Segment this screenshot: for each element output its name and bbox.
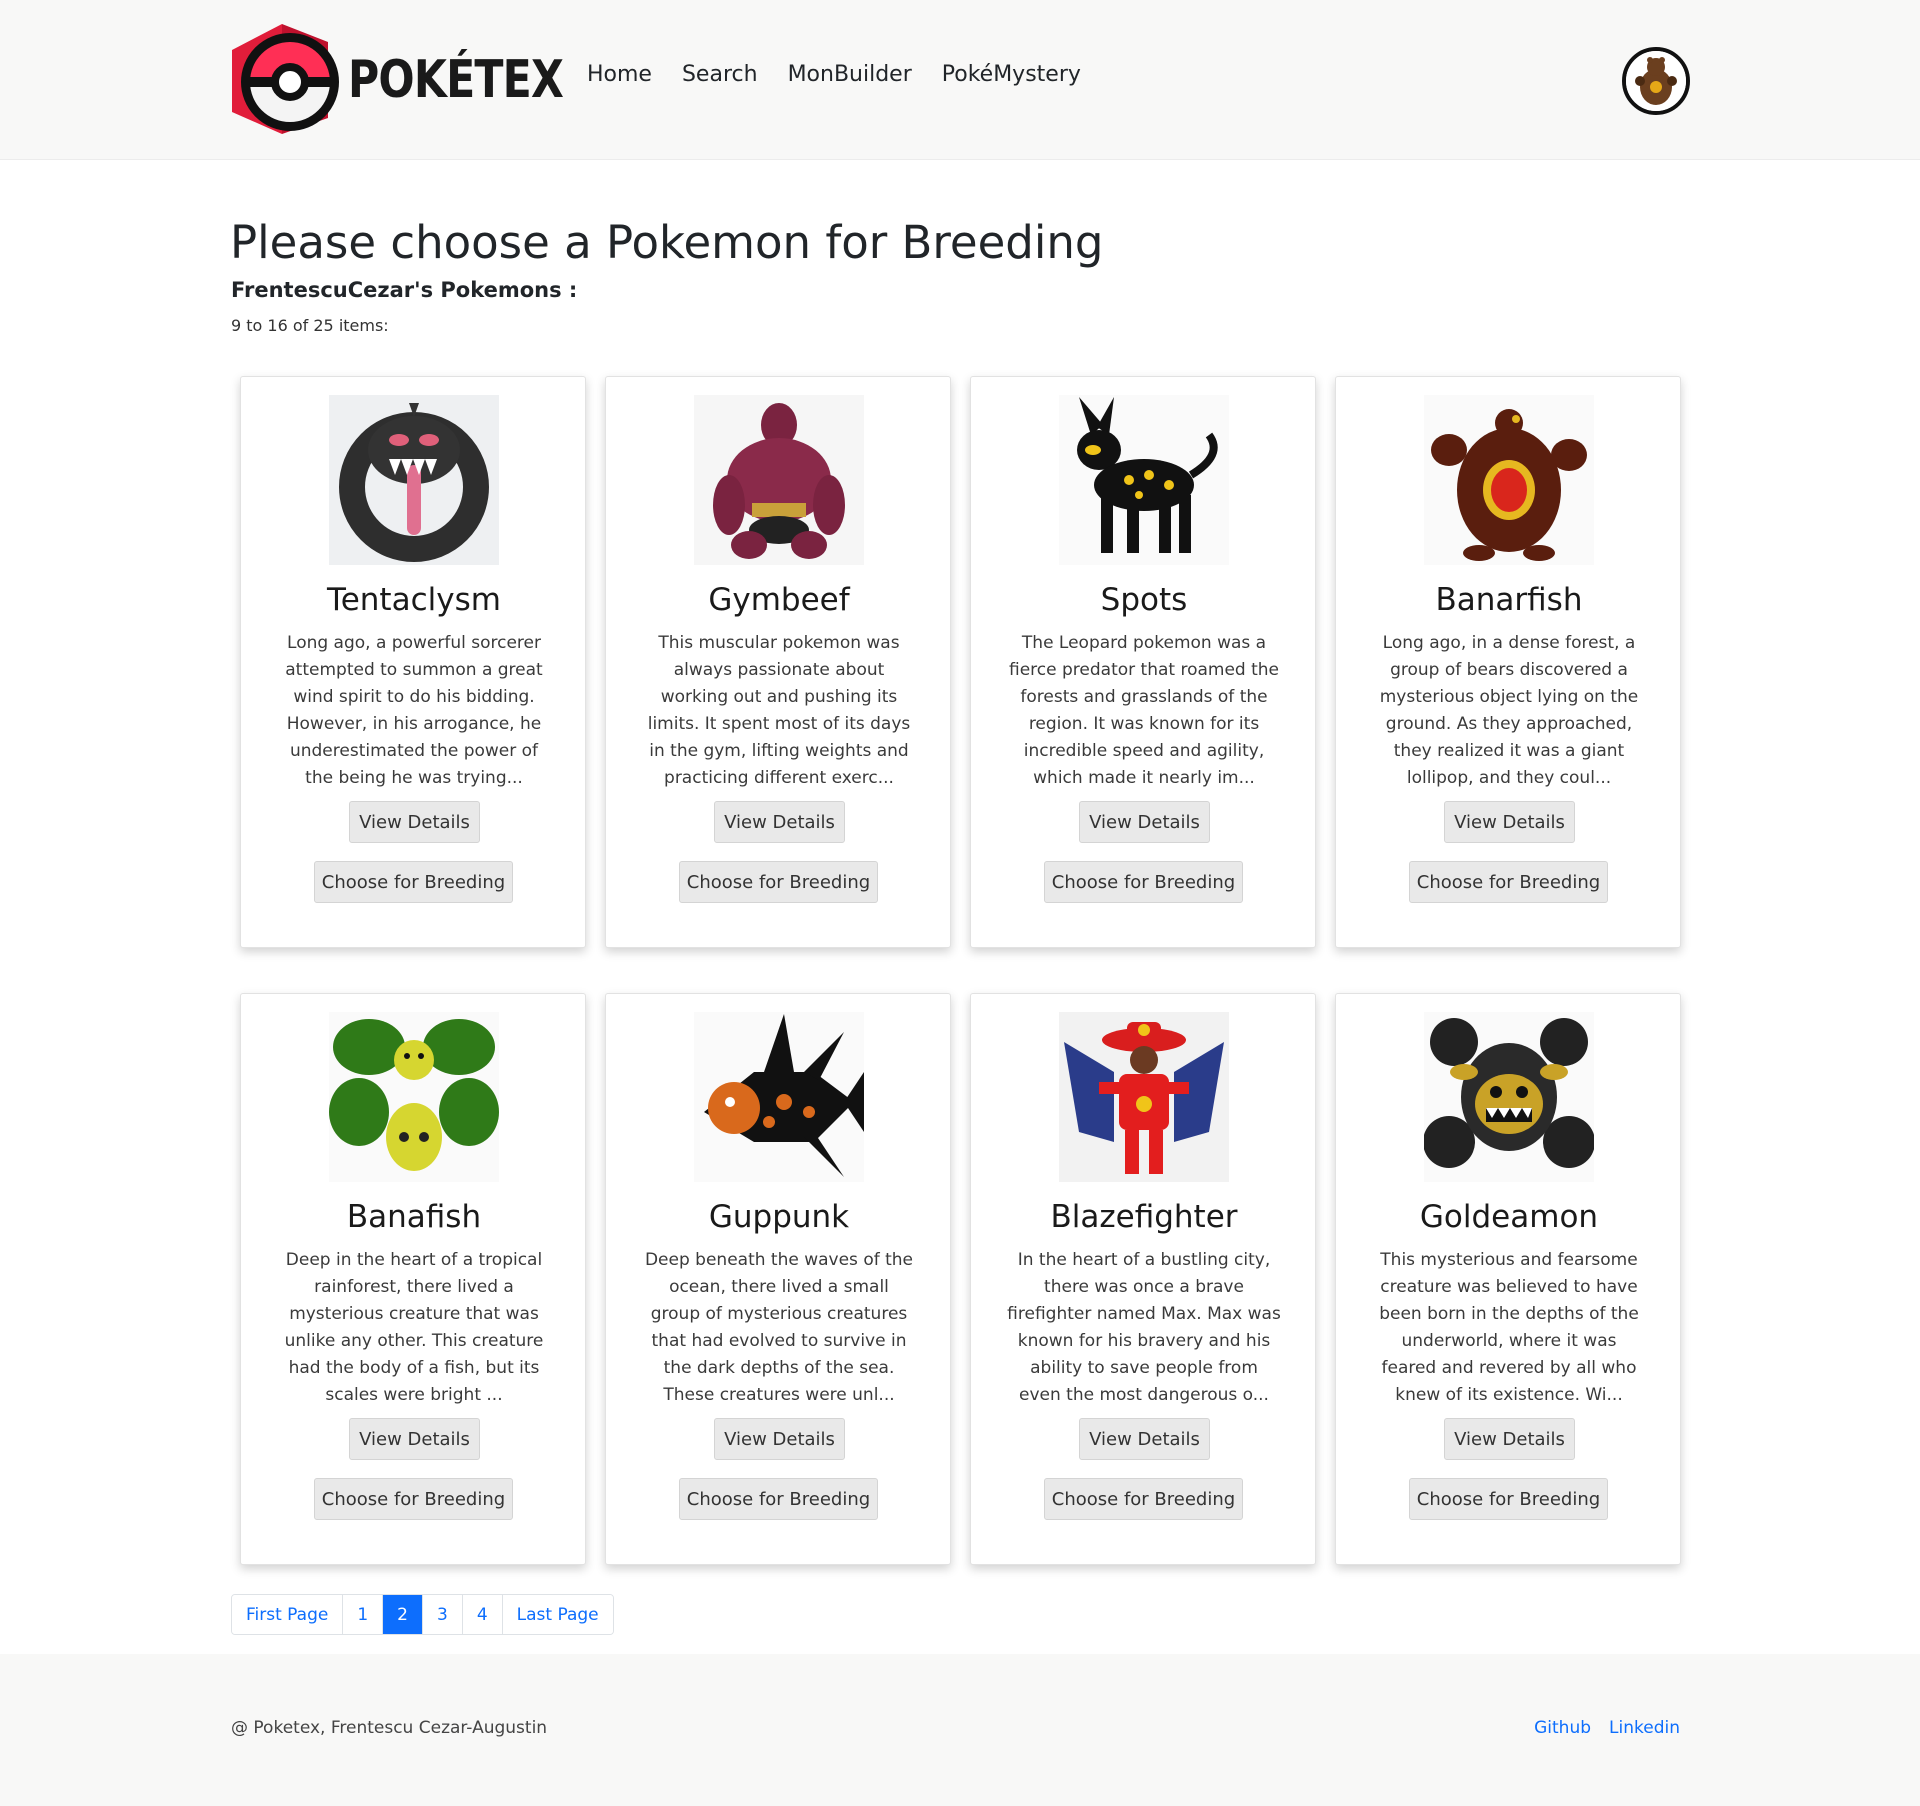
choose-for-breeding-button[interactable]: Choose for Breeding (1044, 1478, 1243, 1520)
pokemon-description: This mysterious and fearsome creature wa… (1379, 1250, 1639, 1405)
pokemon-description: Deep beneath the waves of the ocean, the… (644, 1250, 914, 1405)
pagination-page-3[interactable]: 3 (423, 1595, 463, 1634)
pokemon-name: Goldeamon (1419, 1199, 1599, 1235)
view-details-button[interactable]: View Details (1444, 1418, 1575, 1460)
linkedin-link[interactable]: Linkedin (1609, 1718, 1680, 1738)
pokemon-image (1059, 1012, 1229, 1182)
view-details-button[interactable]: View Details (1079, 801, 1210, 843)
footer-copyright: @ Poketex, Frentescu Cezar-Augustin (231, 1718, 548, 1738)
github-link[interactable]: Github (1534, 1718, 1591, 1738)
pokemon-description: Long ago, a powerful sorcerer attempted … (285, 633, 543, 788)
pokemon-image (1424, 395, 1594, 565)
pokemon-card: Tentaclysm Long ago, a powerful sorcerer… (240, 376, 586, 948)
pokemon-description: Deep in the heart of a tropical rainfore… (284, 1250, 544, 1405)
pokemon-card: Banarfish Long ago, in a dense forest, a… (1335, 376, 1681, 948)
header: POKÉTEX Home Search MonBuilder PokéMyste… (0, 0, 1920, 160)
view-details-button[interactable]: View Details (714, 1418, 845, 1460)
view-details-button[interactable]: View Details (1444, 801, 1575, 843)
user-avatar[interactable] (1622, 47, 1690, 115)
pokemon-card: Banafish Deep in the heart of a tropical… (240, 993, 586, 1565)
pokemon-card: Goldeamon This mysterious and fearsome c… (1335, 993, 1681, 1565)
pokemon-description: Long ago, in a dense forest, a group of … (1379, 633, 1639, 788)
pokemon-description: The Leopard pokemon was a fierce predato… (1009, 633, 1279, 788)
nav-search[interactable]: Search (682, 62, 758, 87)
bear-avatar-icon (1626, 51, 1686, 111)
pokemon-image (329, 1012, 499, 1182)
footer: @ Poketex, Frentescu Cezar-Augustin Gith… (0, 1654, 1920, 1806)
nav-monbuilder[interactable]: MonBuilder (788, 62, 912, 87)
choose-for-breeding-button[interactable]: Choose for Breeding (1409, 861, 1608, 903)
choose-for-breeding-button[interactable]: Choose for Breeding (1409, 1478, 1608, 1520)
pokemon-name: Banarfish (1435, 582, 1583, 618)
pokemon-name: Banafish (346, 1199, 482, 1235)
pokemon-card: Guppunk Deep beneath the waves of the oc… (605, 993, 951, 1565)
pokemon-name: Spots (1100, 582, 1188, 618)
view-details-button[interactable]: View Details (714, 801, 845, 843)
nav-pokemystery[interactable]: PokéMystery (942, 62, 1081, 87)
pokemon-card: Gymbeef This muscular pokemon was always… (605, 376, 951, 948)
footer-links: Github Linkedin (1534, 1718, 1680, 1738)
pokemon-name: Blazefighter (1050, 1199, 1238, 1235)
nav-home[interactable]: Home (587, 62, 652, 87)
pokeball-logo-icon (230, 22, 340, 138)
logo[interactable]: POKÉTEX (230, 22, 564, 138)
choose-for-breeding-button[interactable]: Choose for Breeding (314, 1478, 513, 1520)
pokemon-image (329, 395, 499, 565)
pokemon-image (1059, 395, 1229, 565)
pokemon-description: In the heart of a bustling city, there w… (1007, 1250, 1281, 1405)
choose-for-breeding-button[interactable]: Choose for Breeding (1044, 861, 1243, 903)
view-details-button[interactable]: View Details (1079, 1418, 1210, 1460)
pagination-first-page[interactable]: First Page (232, 1595, 344, 1634)
brand-name: POKÉTEX (348, 50, 564, 110)
pokemon-name: Tentaclysm (327, 582, 501, 618)
pokemon-image (694, 1012, 864, 1182)
pagination-page-4[interactable]: 4 (462, 1595, 503, 1634)
main-nav: Home Search MonBuilder PokéMystery (587, 62, 1081, 87)
view-details-button[interactable]: View Details (349, 801, 480, 843)
owner-subtitle: FrentescuCezar's Pokemons : (231, 278, 578, 302)
pokemon-image (1423, 1012, 1595, 1182)
pokemon-description: This muscular pokemon was always passion… (647, 633, 911, 788)
pokemon-name: Gymbeef (708, 582, 850, 618)
choose-for-breeding-button[interactable]: Choose for Breeding (679, 861, 878, 903)
pagination-page-1[interactable]: 1 (343, 1595, 384, 1634)
pagination-page-2[interactable]: 2 (383, 1595, 423, 1634)
choose-for-breeding-button[interactable]: Choose for Breeding (314, 861, 513, 903)
page-title: Please choose a Pokemon for Breeding (230, 216, 1104, 269)
item-count: 9 to 16 of 25 items: (231, 316, 389, 335)
pokemon-image (694, 395, 864, 565)
pagination: First Page 1 2 3 4 Last Page (231, 1594, 614, 1635)
pagination-last-page[interactable]: Last Page (502, 1595, 613, 1634)
pokemon-card: Spots The Leopard pokemon was a fierce p… (970, 376, 1316, 948)
choose-for-breeding-button[interactable]: Choose for Breeding (679, 1478, 878, 1520)
pokemon-name: Guppunk (708, 1199, 850, 1235)
pokemon-card: Blazefighter In the heart of a bustling … (970, 993, 1316, 1565)
view-details-button[interactable]: View Details (349, 1418, 480, 1460)
